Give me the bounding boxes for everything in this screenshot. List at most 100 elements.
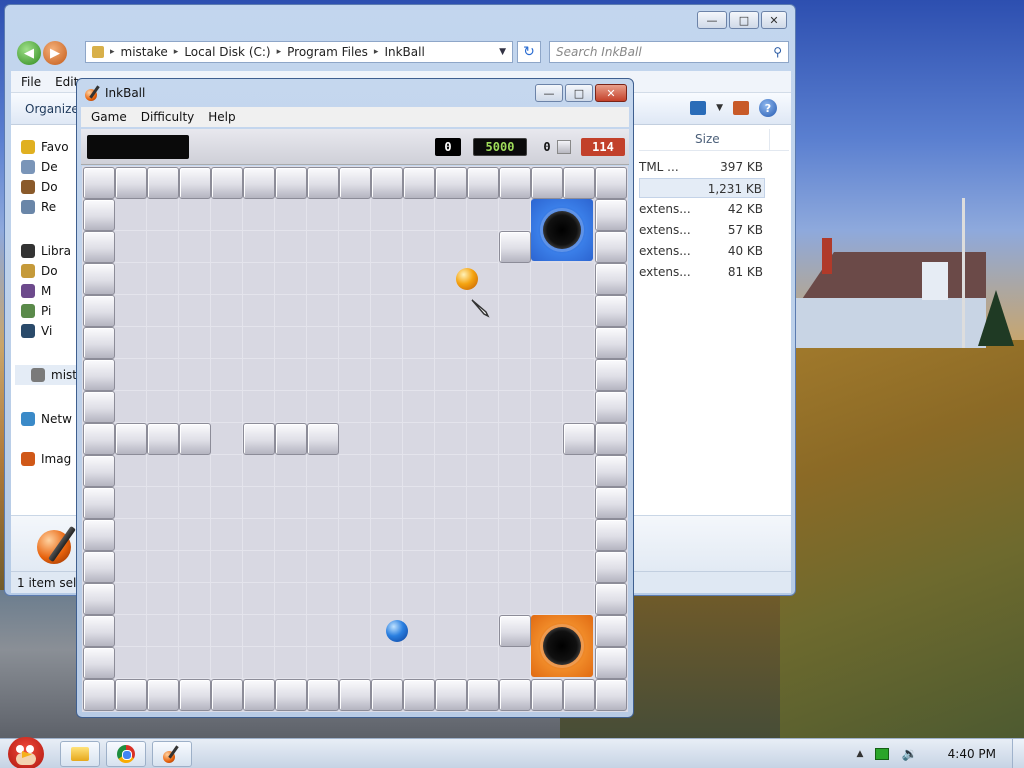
board-cell [435,519,467,551]
inkball-titlebar[interactable]: InkBall — □ ✕ [77,79,633,107]
inkball-maximize-button[interactable]: □ [565,84,593,102]
nav-item[interactable]: Do [21,177,58,197]
menu-edit[interactable]: Edit [55,75,78,89]
organize-button[interactable]: Organize [25,102,79,116]
breadcrumb-item[interactable]: Local Disk (C:) [184,45,270,59]
board-cell [115,455,147,487]
board-cell [179,263,211,295]
wall-block [83,167,115,199]
file-size: 57 KB [727,223,763,237]
nav-item[interactable]: Vi [21,321,52,341]
wall-block [275,423,307,455]
breadcrumb-item[interactable]: Program Files [287,45,368,59]
menu-difficulty[interactable]: Difficulty [141,110,195,124]
search-input[interactable]: Search InkBall ⚲ [549,41,789,63]
file-type: extens... [639,202,691,216]
nav-item[interactable]: Imag [21,449,71,469]
board-cell [307,455,339,487]
board-cell [211,199,243,231]
menu-help[interactable]: Help [208,110,235,124]
file-row[interactable]: extens... 81 KB [639,262,765,282]
nav-item[interactable]: De [21,157,58,177]
file-row[interactable]: extens... 42 KB [639,199,765,219]
inkball-minimize-button[interactable]: — [535,84,563,102]
nav-item[interactable]: Libra [21,241,71,261]
taskbar-inkball-button[interactable] [152,741,192,767]
board-cell [403,423,435,455]
nav-item-label: Favo [41,140,69,154]
inkball-close-button[interactable]: ✕ [595,84,627,102]
menu-game[interactable]: Game [91,110,127,124]
file-row[interactable]: extens... 57 KB [639,220,765,240]
board-cell [115,583,147,615]
taskbar-chrome-button[interactable] [106,741,146,767]
taskbar-explorer-button[interactable] [60,741,100,767]
board-cell [275,231,307,263]
explorer-maximize-button[interactable]: □ [729,11,759,29]
back-arrow-icon[interactable]: ◀ [17,41,41,65]
board-cell [243,231,275,263]
help-icon[interactable]: ? [759,99,777,117]
file-row[interactable]: TML ... 397 KB [639,157,765,177]
ball-count-icon [557,140,571,154]
board-cell [499,391,531,423]
explorer-close-button[interactable]: ✕ [761,11,787,29]
board-cell [307,199,339,231]
nav-item[interactable]: Do [21,261,58,281]
board-cell [403,359,435,391]
board-cell [147,455,179,487]
nav-item[interactable]: mist [15,365,81,385]
start-button-bird-icon[interactable] [2,731,50,768]
wall-block [115,679,147,711]
view-icon[interactable] [690,101,707,115]
videos-icon [21,324,35,338]
column-size-header[interactable]: Size [695,132,720,146]
search-icon[interactable]: ⚲ [773,45,782,59]
tray-expand-icon[interactable]: ▲ [857,749,864,759]
refresh-icon[interactable]: ↻ [517,41,541,63]
file-row[interactable]: extens... 40 KB [639,241,765,261]
wall-block [499,167,531,199]
wall-block [595,423,627,455]
board-cell [179,551,211,583]
wall-block [83,615,115,647]
chevron-down-icon[interactable]: ▼ [499,47,506,57]
forward-arrow-icon[interactable]: ▶ [43,41,67,65]
board-cell [307,327,339,359]
nav-item[interactable]: Favo [21,137,69,157]
game-board[interactable] [82,166,628,712]
wall-block [531,167,563,199]
board-cell [371,327,403,359]
file-size: 81 KB [727,265,763,279]
board-cell [403,391,435,423]
show-desktop-button[interactable] [1012,739,1024,768]
board-cell [243,455,275,487]
pen-cursor-icon [470,298,494,318]
breadcrumb-item[interactable]: mistake [121,45,168,59]
preview-pane-icon[interactable] [733,101,749,115]
board-cell [275,455,307,487]
board-cell [435,391,467,423]
wall-block [307,167,339,199]
board-cell [179,391,211,423]
explorer-caption-buttons: — □ ✕ [697,11,787,29]
board-cell [275,583,307,615]
network-icon[interactable] [875,748,890,760]
board-cell [339,295,371,327]
address-bar[interactable]: ▸ mistake ▸ Local Disk (C:) ▸ Program Fi… [85,41,513,63]
chevron-down-icon[interactable]: ▼ [716,103,723,113]
clock[interactable]: 4:40 PM [948,747,996,761]
breadcrumb-item[interactable]: InkBall [384,45,424,59]
nav-item[interactable]: Netw [21,409,72,429]
nav-item-label: Do [41,264,58,278]
explorer-minimize-button[interactable]: — [697,11,727,29]
recent-icon [21,200,35,214]
nav-item[interactable]: M [21,281,51,301]
volume-icon[interactable]: 🔉 [901,747,917,762]
nav-item[interactable]: Re [21,197,56,217]
board-cell [499,583,531,615]
file-row[interactable]: 1,231 KB [639,178,765,198]
nav-item[interactable]: Pi [21,301,51,321]
wall-block [211,679,243,711]
menu-file[interactable]: File [21,75,41,89]
